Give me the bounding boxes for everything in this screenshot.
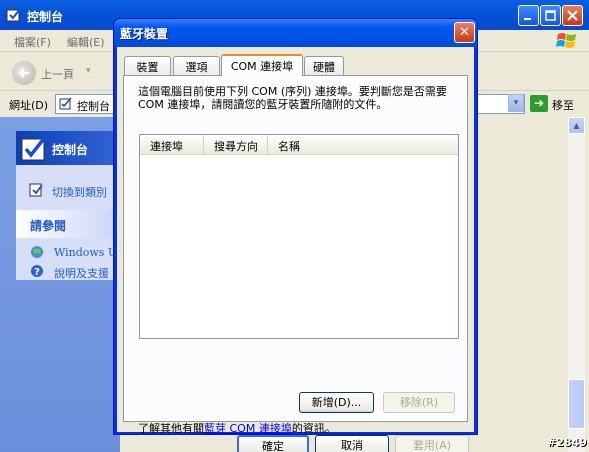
- menu-file[interactable]: 檔案(F): [14, 34, 51, 50]
- back-label: 上一頁: [41, 68, 74, 81]
- vertical-scrollbar[interactable]: ▲: [568, 117, 585, 452]
- minimize-icon: [524, 18, 531, 20]
- tab-com-ports[interactable]: COM 連接埠: [221, 54, 303, 76]
- address-value: 控制台: [77, 100, 110, 113]
- column-header-port[interactable]: 連接埠: [140, 135, 204, 154]
- go-label[interactable]: 移至: [552, 97, 574, 113]
- maximize-icon: [545, 10, 556, 21]
- scroll-thumb[interactable]: [568, 379, 585, 429]
- com-ports-tab-panel: 這個電腦目前使用下列 COM (序列) 連接埠。要判斷您是否需要 COM 連接埠…: [123, 75, 468, 435]
- see-also-title: 請參閱: [30, 219, 67, 233]
- add-port-button[interactable]: 新增(D)...: [299, 392, 374, 413]
- see-also-panel: 請參閱 Windows Up ? 說明及支援: [16, 210, 126, 280]
- switch-to-category-link[interactable]: 切換到類別: [52, 184, 107, 200]
- dialog-close-button[interactable]: ✕: [454, 22, 475, 43]
- ok-button[interactable]: 確定: [237, 435, 309, 452]
- control-panel-task-panel: 控制台 切換到類別: [16, 131, 126, 211]
- tab-devices[interactable]: 裝置: [124, 56, 171, 75]
- tab-options[interactable]: 選項: [173, 56, 220, 75]
- learn-more-suffix: 的資訊。: [291, 422, 336, 435]
- windows-logo-icon: [556, 33, 576, 48]
- scroll-up-arrow-icon[interactable]: ▲: [568, 117, 585, 134]
- tab-strip: 裝置 選項 COM 連接埠 硬體: [121, 54, 471, 76]
- minimize-button[interactable]: [518, 5, 539, 26]
- windows-update-icon: [31, 246, 43, 258]
- see-also-header[interactable]: 請參閱: [16, 210, 126, 238]
- learn-more-prefix: 了解其他有關: [138, 422, 204, 435]
- list-header: 連接埠 搜尋方向 名稱: [140, 135, 458, 155]
- bluetooth-devices-dialog: 藍牙裝置 ✕ 裝置 選項 COM 連接埠 硬體 這個電腦目前使用下列 COM (…: [113, 18, 478, 452]
- control-panel-panel-header[interactable]: 控制台: [16, 131, 126, 165]
- close-icon: ✕: [459, 25, 470, 40]
- go-arrow-icon[interactable]: ➔: [530, 95, 548, 112]
- address-dropdown-button[interactable]: ▾: [508, 94, 524, 112]
- column-header-direction[interactable]: 搜尋方向: [204, 135, 268, 154]
- control-panel-title: 控制台: [27, 10, 64, 24]
- dialog-body: 裝置 選項 COM 連接埠 硬體 這個電腦目前使用下列 COM (序列) 連接埠…: [117, 47, 474, 452]
- back-arrow-icon: [18, 68, 29, 78]
- menu-edit[interactable]: 編輯(E): [67, 34, 105, 50]
- help-and-support-link[interactable]: 說明及支援: [54, 265, 109, 281]
- apply-button[interactable]: 套用(A): [395, 435, 469, 452]
- task-pane: 控制台 切換到類別 請參閱 Windows Up ? 說明及支援: [0, 117, 126, 452]
- switch-view-icon: [29, 183, 43, 197]
- dialog-title: 藍牙裝置: [120, 27, 169, 41]
- dialog-titlebar[interactable]: 藍牙裝置 ✕: [114, 19, 477, 47]
- control-panel-icon: [6, 8, 21, 22]
- control-panel-large-icon: [21, 134, 48, 161]
- com-ports-list[interactable]: 連接埠 搜尋方向 名稱: [139, 134, 459, 339]
- intro-text: 這個電腦目前使用下列 COM (序列) 連接埠。要判斷您是否需要 COM 連接埠…: [138, 85, 447, 111]
- column-header-name[interactable]: 名稱: [268, 135, 458, 154]
- window-close-button[interactable]: [562, 5, 583, 26]
- cancel-button[interactable]: 取消: [315, 435, 389, 452]
- maximize-button[interactable]: [540, 5, 561, 26]
- learn-more-text: 了解其他有關藍芽 COM 連接埠的資訊。: [138, 420, 336, 436]
- back-dropdown-icon[interactable]: ▾: [86, 66, 91, 76]
- close-icon: [567, 10, 578, 21]
- svg-text:?: ?: [34, 267, 40, 278]
- back-button[interactable]: [12, 61, 36, 85]
- control-panel-panel-title: 控制台: [52, 143, 89, 157]
- address-label: 網址(D): [9, 99, 49, 112]
- tab-hardware[interactable]: 硬體: [304, 56, 344, 75]
- remove-port-button[interactable]: 移除(R): [383, 392, 455, 413]
- control-panel-small-icon: [59, 97, 72, 110]
- bluetooth-com-ports-link[interactable]: 藍芽 COM 連接埠: [204, 422, 292, 435]
- watermark-label: #2849: [547, 436, 587, 449]
- help-icon: ?: [31, 265, 43, 278]
